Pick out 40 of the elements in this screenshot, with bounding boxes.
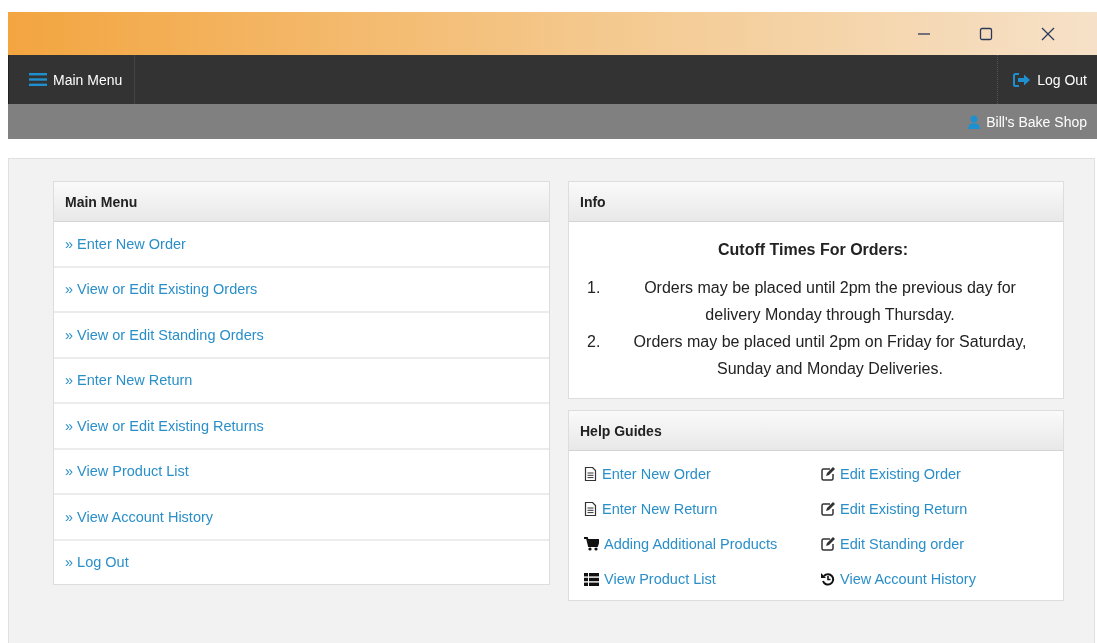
document-icon <box>584 467 597 481</box>
menu-item[interactable]: » View or Edit Existing Returns <box>54 404 549 450</box>
help-link[interactable]: View Product List <box>584 568 821 590</box>
menu-item[interactable]: » View Account History <box>54 495 549 541</box>
menu-item[interactable]: » Enter New Return <box>54 358 549 404</box>
list-number: 1. <box>586 278 602 298</box>
help-link[interactable]: View Account History <box>821 568 1049 590</box>
maximize-icon <box>979 26 993 41</box>
list-icon <box>584 572 599 586</box>
help-link[interactable]: Edit Existing Order <box>821 463 1049 485</box>
minimize-icon <box>917 32 931 35</box>
logout-icon <box>1013 71 1032 88</box>
info-heading: Cutoff Times For Orders: <box>717 240 909 260</box>
help-link[interactable]: Edit Standing order <box>821 533 1049 555</box>
cart-icon <box>584 537 599 551</box>
help-link[interactable]: Enter New Return <box>584 498 821 520</box>
menu-item[interactable]: » Log Out <box>54 540 549 584</box>
help-link[interactable]: Adding Additional Products <box>584 533 821 555</box>
main-menu-button[interactable]: Main Menu <box>8 55 136 104</box>
document-icon <box>584 502 597 516</box>
info-text: Orders may be placed until 2pm on Friday for Saturday, Sunday and Monday Deliveries. <box>632 332 1028 379</box>
menu-item[interactable]: » View Product List <box>54 449 549 495</box>
history-icon <box>821 572 835 586</box>
edit-icon <box>821 467 835 481</box>
panel-heading: Info <box>569 182 1063 222</box>
panel-heading: Main Menu <box>54 182 549 222</box>
list-number: 2. <box>586 332 602 352</box>
menu-item[interactable]: » View or Edit Existing Orders <box>54 267 549 313</box>
panel-heading: Help Guides <box>569 411 1063 451</box>
user-link[interactable]: Bill's Bake Shop <box>968 113 1087 130</box>
help-link[interactable]: Edit Existing Return <box>821 498 1049 520</box>
menu-icon <box>29 72 47 87</box>
edit-icon <box>821 537 835 551</box>
menu-item[interactable]: » Enter New Order <box>54 222 549 268</box>
close-icon <box>1041 26 1055 41</box>
user-icon <box>968 114 981 129</box>
help-link[interactable]: Enter New Order <box>584 463 821 485</box>
menu-item[interactable]: » View or Edit Standing Orders <box>54 313 549 359</box>
info-text: Orders may be placed until 2pm the previous day for delivery Monday through Thursday. <box>643 278 1017 325</box>
edit-icon <box>821 502 835 516</box>
